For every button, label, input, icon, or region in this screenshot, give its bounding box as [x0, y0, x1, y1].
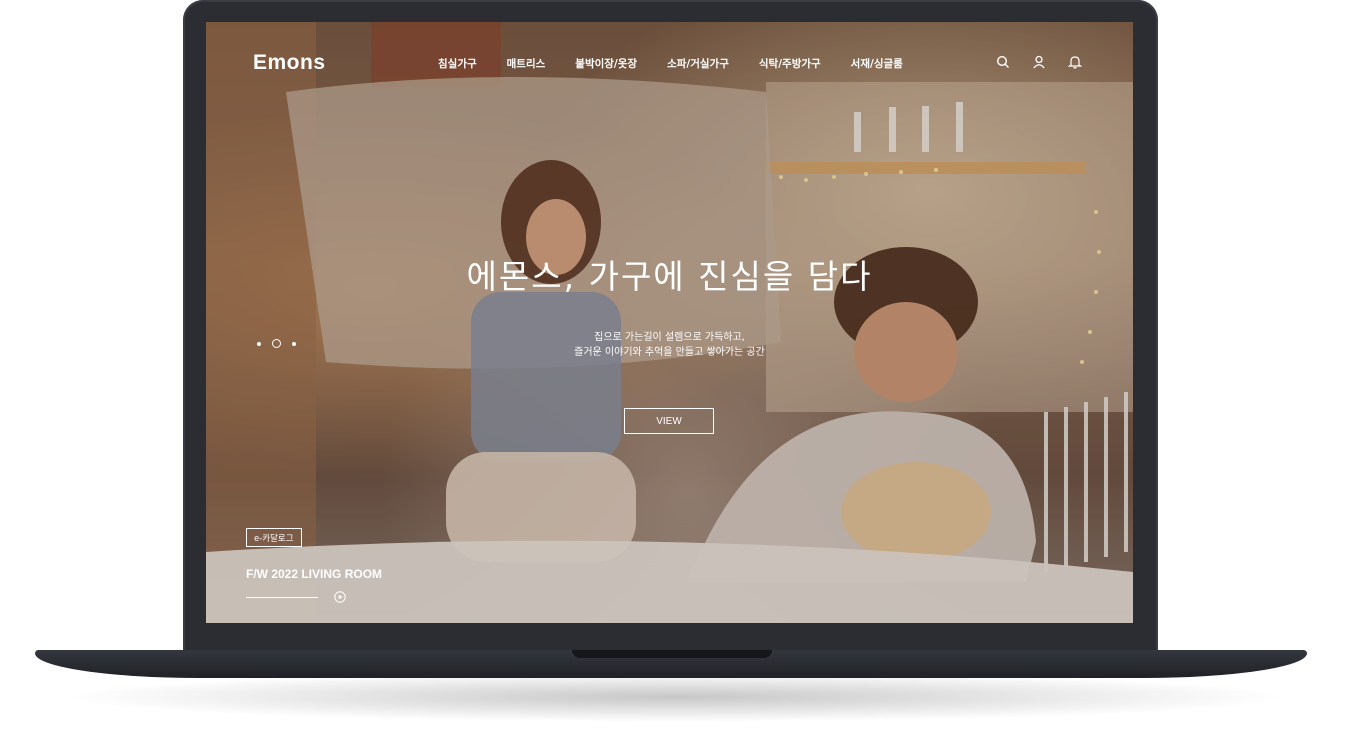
header-icons	[996, 55, 1082, 69]
slide-caption: F/W 2022 LIVING ROOM	[246, 567, 383, 581]
laptop-shadow	[60, 672, 1290, 722]
user-icon[interactable]	[1032, 55, 1046, 69]
nav-item-mattress[interactable]: 매트리스	[507, 56, 546, 71]
hero-screen: Emons 침실가구 매트리스 붙박이장/옷장 소파/거실가구 식탁/주방가구 …	[206, 22, 1133, 623]
slider-dot[interactable]	[272, 339, 281, 348]
bell-icon[interactable]	[1068, 55, 1082, 69]
nav-item-dining-kitchen[interactable]: 식탁/주방가구	[759, 56, 821, 71]
nav-item-closet[interactable]: 붙박이장/옷장	[575, 56, 637, 71]
e-catalog-button[interactable]: e-카달로그	[246, 528, 302, 547]
slider-dot[interactable]	[257, 341, 261, 346]
play-icon[interactable]	[334, 591, 346, 603]
slide-progress-fill	[246, 597, 318, 598]
hero-subtitle-line-1: 집으로 가는길이 설렘으로 가득하고,	[594, 332, 745, 343]
nav-item-bedroom[interactable]: 침실가구	[438, 56, 477, 71]
nav-item-sofa-living[interactable]: 소파/거실가구	[667, 56, 729, 71]
slider-dot[interactable]	[292, 341, 296, 346]
view-button[interactable]: VIEW	[624, 408, 714, 434]
slider-dots	[257, 339, 296, 348]
hero-title: 에몬스, 가구에 진심을 담다	[466, 257, 873, 296]
laptop-hinge-notch	[572, 650, 772, 658]
main-nav: 침실가구 매트리스 붙박이장/옷장 소파/거실가구 식탁/주방가구 서재/싱글룸	[438, 56, 933, 71]
search-icon[interactable]	[996, 55, 1010, 69]
slide-progress-bar	[246, 597, 318, 598]
hero-subtitle-line-2: 즐거운 이야기와 추억을 만들고 쌓아가는 공간	[574, 347, 765, 358]
brand-logo[interactable]: Emons	[253, 51, 326, 75]
hero-subtitle: 집으로 가는길이 설렘으로 가득하고, 즐거운 이야기와 추억을 만들고 쌓아가…	[206, 330, 1133, 360]
nav-item-study-single[interactable]: 서재/싱글룸	[851, 56, 903, 71]
hero-overlay	[206, 22, 1133, 623]
